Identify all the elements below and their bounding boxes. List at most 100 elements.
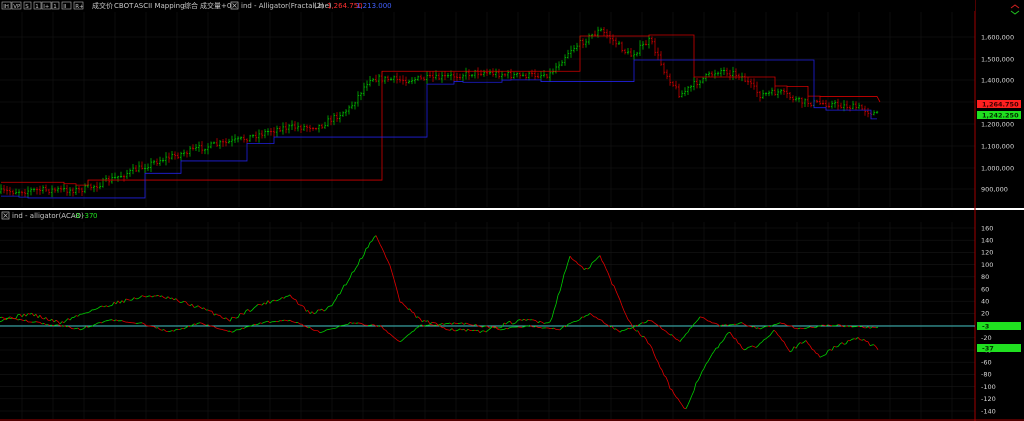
osc-segment [449,322,453,325]
osc-segment [131,297,135,301]
osc-segment [303,306,307,312]
osc-segment [695,380,699,384]
osc-segment [687,328,691,333]
osc-segment [203,324,207,326]
osc-segment [287,294,291,297]
osc-segment [659,367,663,371]
osc-segment [583,268,587,270]
toolbar-mapping[interactable]: ASCII Mapping [134,2,185,10]
osc-segment [389,265,393,273]
osc-segment [229,330,233,333]
osc-segment [75,315,79,317]
lower-value-a: -3 [73,212,80,220]
osc-segment [325,329,329,331]
lower-axis-label: -60 [981,359,992,367]
osc-segment [59,321,63,325]
osc-segment [163,297,167,299]
osc-segment [875,326,879,329]
osc-segment [625,327,629,330]
osc-segment [615,290,619,296]
osc-segment [689,326,693,329]
osc-segment [571,258,575,261]
panel-separator[interactable] [0,208,1024,210]
osc-segment [157,327,161,330]
osc-segment [583,315,587,318]
osc-segment [39,315,43,319]
osc-segment [191,304,195,308]
osc-segment [625,314,629,320]
toolbar-button-1[interactable]: VP [11,1,22,10]
osc-segment [759,327,763,330]
osc-segment [781,339,785,343]
toolbar-composite[interactable]: 综合 [184,1,198,10]
osc-segment [667,333,671,336]
osc-segment [645,320,649,323]
osc-segment [467,328,471,331]
indicator-close-lower[interactable] [1,211,10,220]
osc-segment [463,328,467,332]
osc-tag-b-text: -37 [982,345,994,353]
osc-segment [123,298,127,303]
toolbar-button-label: S [25,4,29,10]
osc-tag-a-text: -3 [982,323,989,331]
toolbar-price-type[interactable]: 成交价 [92,1,113,10]
upper-axis-label: 1,600,000 [981,33,1014,41]
osc-segment [67,318,71,321]
osc-segment [777,322,781,324]
osc-segment [501,322,505,328]
osc-segment [775,323,779,325]
toolbar-exchange[interactable]: CBOT [114,2,134,10]
lower-axis-label: 160 [981,224,993,232]
osc-segment [645,338,649,344]
osc-segment [651,347,655,354]
osc-segment [353,267,357,272]
osc-segment [385,257,389,262]
osc-segment [615,328,619,331]
osc-segment [293,298,297,301]
upper-indicator-param: (2) [314,2,324,10]
osc-segment [249,309,253,312]
osc-segment [599,255,603,262]
osc-segment [519,319,523,321]
osc-segment [43,323,47,326]
osc-segment [95,307,99,310]
osc-segment [705,361,709,365]
osc-segment [587,266,591,270]
osc-segment [407,333,411,336]
osc-segment [41,317,45,320]
osc-segment [597,318,601,320]
lower-axis-label: 80 [981,273,989,281]
osc-segment [723,335,727,340]
osc-segment [867,341,871,346]
osc-segment [169,297,173,299]
osc-segment [155,294,159,297]
osc-segment [291,297,295,300]
upper-axis-label: 900,000 [981,185,1008,193]
osc-segment [709,354,713,359]
osc-segment [655,358,659,363]
osc-segment [285,320,289,322]
osc-segment [281,319,285,322]
osc-segment [617,330,621,333]
osc-segment [225,317,229,320]
lower-axis-label: -20 [981,334,992,342]
osc-segment [769,332,773,336]
osc-segment [283,296,287,299]
osc-segment [663,375,667,378]
osc-segment [605,268,609,274]
osc-segment [571,321,575,323]
settings-icon[interactable] [1010,4,1020,15]
osc-segment [841,342,845,345]
lower-value-axis[interactable]: 160140120100806040200-20-40-60-80-100-12… [981,224,996,415]
toolbar-button-7[interactable]: R+ [73,1,84,10]
osc-segment [509,321,513,325]
lower-panel-header: ind - alligator(ACAO) -3 -37 0 [1,211,97,220]
osc-segment [397,340,401,343]
lower-axis-label: 120 [981,249,993,257]
toolbar-volume[interactable]: 成交量+0 [200,1,231,10]
osc-segment [657,361,661,368]
osc-segment [705,319,709,322]
osc-segment [653,353,657,359]
osc-segment [255,304,259,307]
osc-segment [761,326,765,329]
